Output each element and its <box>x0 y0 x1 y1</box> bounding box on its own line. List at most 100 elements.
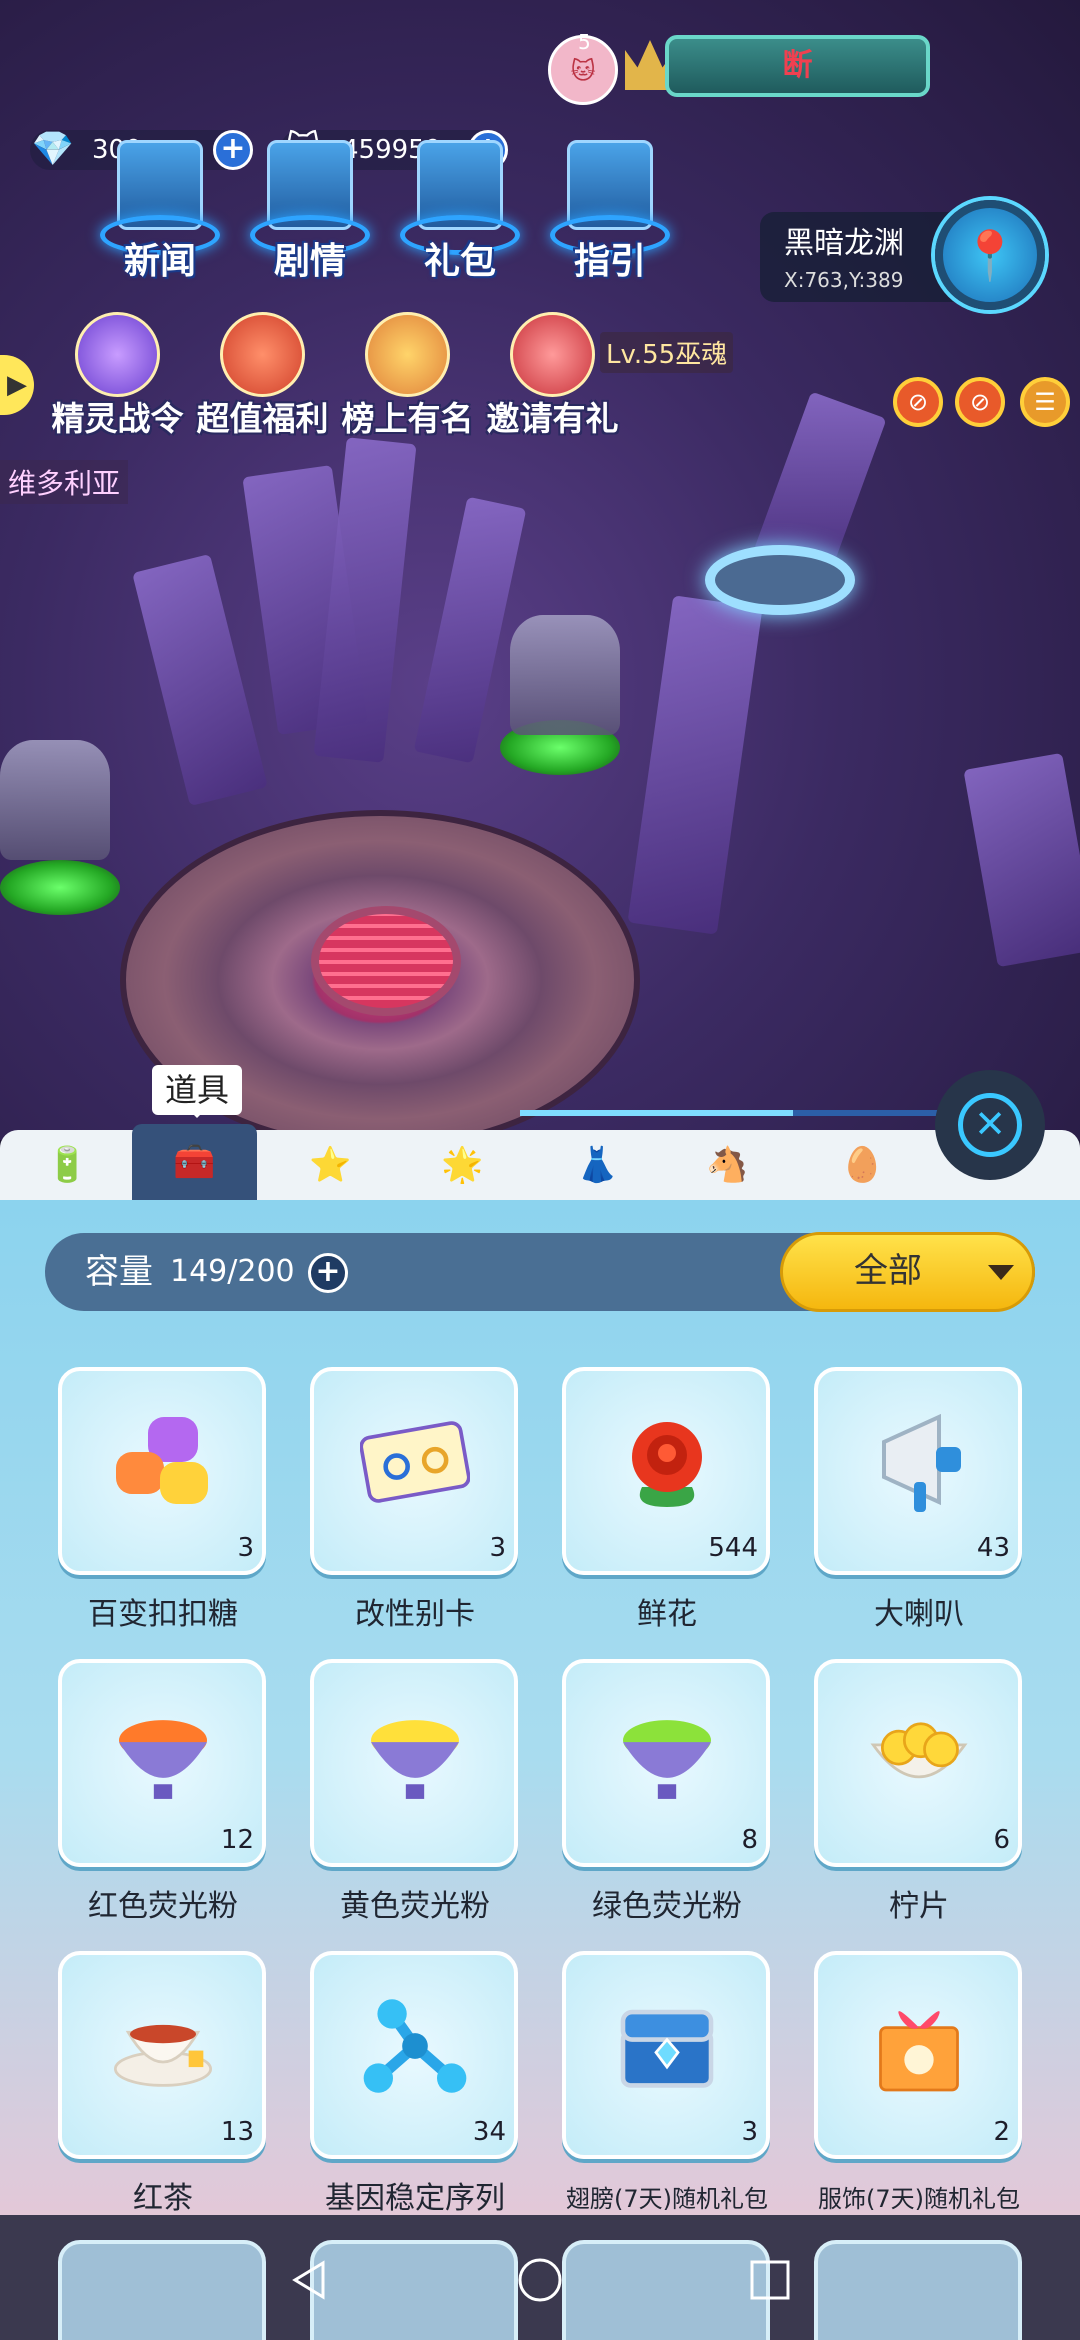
item-name: 百变扣扣糖 <box>88 1597 238 1632</box>
yellow-powder-bowl-icon <box>360 1699 470 1809</box>
leaderboard-label: 榜上有名 <box>341 399 474 438</box>
filter-label: 全部 <box>854 1251 922 1291</box>
news-button[interactable]: 新闻 <box>95 140 225 282</box>
crystal-rock <box>627 595 763 935</box>
recents-icon[interactable] <box>745 2255 795 2305</box>
map-button[interactable]: 📍 <box>935 200 1045 310</box>
event-value-bonus[interactable]: 超值福利 <box>190 312 330 442</box>
item-name: 改性别卡 <box>355 1597 475 1632</box>
inventory-item[interactable]: 8 绿色荧光粉 <box>562 1659 772 1924</box>
inventory-item[interactable]: 3 翅膀(7天)随机礼包 <box>562 1951 772 2213</box>
pass-progress-bar <box>520 1110 940 1116</box>
item-name: 红色荧光粉 <box>88 1889 238 1924</box>
mute-icon[interactable]: ⊘ <box>893 377 943 427</box>
pass-progress-fill <box>520 1110 793 1116</box>
tab-costumes[interactable]: 👗 <box>535 1130 660 1200</box>
item-name: 翅膀(7天)随机礼包 <box>566 2185 768 2213</box>
inventory-item[interactable] <box>814 2240 1022 2340</box>
inventory-panel: 容量 149/200 + 全部 3 百变扣扣糖 3 改性别卡 544 鲜花 43… <box>0 1200 1080 2216</box>
tab-items[interactable]: 🧰 <box>132 1124 257 1200</box>
inventory-item[interactable]: 544 鲜花 <box>562 1367 772 1632</box>
item-count: 3 <box>237 1533 254 1563</box>
item-name: 黄色荧光粉 <box>340 1889 490 1924</box>
inventory-item[interactable] <box>58 2240 266 2340</box>
story-label: 剧情 <box>273 241 346 282</box>
lemon-slices-icon <box>864 1699 974 1809</box>
rocking-horse-icon: 🐴 <box>706 1145 749 1185</box>
crystal-rock <box>132 553 268 807</box>
item-count: 6 <box>993 1825 1010 1855</box>
molecule-icon <box>360 1991 470 2101</box>
item-name: 绿色荧光粉 <box>592 1889 742 1924</box>
item-count: 12 <box>220 1825 254 1855</box>
item-count: 34 <box>472 2117 506 2147</box>
item-name: 柠片 <box>889 1889 949 1924</box>
dragon-statue <box>510 615 620 735</box>
filter-dropdown[interactable]: 全部 <box>780 1232 1035 1312</box>
inventory-item[interactable]: 6 柠片 <box>814 1659 1024 1924</box>
inventory-item[interactable] <box>310 2240 518 2340</box>
gift-pack-button[interactable]: 礼包 <box>395 140 525 282</box>
item-count: 2 <box>993 2117 1010 2147</box>
item-count: 3 <box>741 2117 758 2147</box>
gift-pack-label: 礼包 <box>423 241 496 282</box>
inventory-item[interactable]: 13 红茶 <box>58 1951 268 2216</box>
magic-wand-icon: ⭐ <box>309 1145 352 1185</box>
item-name: 基因稳定序列 <box>325 2181 505 2216</box>
guide-button[interactable]: 指引 <box>545 140 675 282</box>
home-icon[interactable] <box>515 2255 565 2305</box>
tea-cup-icon <box>108 1991 218 2101</box>
tab-energy[interactable]: 🔋 <box>5 1130 130 1200</box>
chevron-down-icon <box>988 1265 1014 1280</box>
battery-icon: 🔋 <box>46 1145 89 1185</box>
item-count: 8 <box>741 1825 758 1855</box>
event-battle-pass[interactable]: 精灵战令 <box>45 312 185 442</box>
inventory-item[interactable]: 2 服饰(7天)随机礼包 <box>814 1951 1024 2213</box>
npc-name-label: 维多利亚 <box>0 460 129 504</box>
event-leaderboard[interactable]: 榜上有名 <box>335 312 475 442</box>
item-name: 服饰(7天)随机礼包 <box>818 2185 1020 2213</box>
value-bonus-label: 超值福利 <box>196 399 329 438</box>
story-button[interactable]: 剧情 <box>245 140 375 282</box>
glowing-pedestal <box>0 860 120 915</box>
rose-icon <box>612 1407 722 1517</box>
battle-pass-icon <box>75 312 160 397</box>
system-navigation-bar <box>0 2215 1080 2340</box>
diamond-icon: 💎 <box>31 129 75 169</box>
red-powder-bowl-icon <box>108 1699 218 1809</box>
inventory-item[interactable]: 34 基因稳定序列 <box>310 1951 520 2216</box>
item-count: 43 <box>976 1533 1010 1563</box>
invite-label: 邀请有礼 <box>486 399 619 438</box>
inventory-item[interactable]: 3 改性别卡 <box>310 1367 520 1632</box>
close-icon: ✕ <box>958 1093 1022 1157</box>
item-box-icon: 🧰 <box>173 1142 216 1182</box>
item-name: 鲜花 <box>637 1597 697 1632</box>
event-invite[interactable]: 邀请有礼 <box>480 312 620 442</box>
inventory-item[interactable]: 12 红色荧光粉 <box>58 1659 268 1924</box>
bag-tab-bar: 🔋 🧰 ⭐ 🌟 👗 🐴 🥚 <box>0 1124 1080 1200</box>
inventory-item[interactable]: 43 大喇叭 <box>814 1367 1024 1632</box>
star-frame-icon: 🌟 <box>441 1145 484 1185</box>
inventory-item[interactable]: 3 百变扣扣糖 <box>58 1367 268 1632</box>
capacity-label: 容量 <box>85 1252 153 1292</box>
capacity-value: 149/200 <box>170 1254 295 1289</box>
megaphone-icon <box>864 1407 974 1517</box>
expand-capacity-button[interactable]: + <box>308 1253 348 1293</box>
menu-list-icon[interactable]: ☰ <box>1020 377 1070 427</box>
guide-label: 指引 <box>573 241 646 282</box>
tab-magic[interactable]: ⭐ <box>268 1130 393 1200</box>
inventory-item[interactable]: 黄色荧光粉 <box>310 1659 520 1924</box>
npc-level-label: Lv.55巫魂 <box>600 332 734 373</box>
block-icon[interactable]: ⊘ <box>955 377 1005 427</box>
game-scene[interactable]: 🐱 5 断 💎 300 + 🐱 459959 + 新闻 剧情 礼包 指引 黑暗龙… <box>0 0 1080 1140</box>
inventory-item[interactable] <box>562 2240 770 2340</box>
teleport-pad[interactable] <box>705 545 855 615</box>
trophy-icon <box>365 312 450 397</box>
close-bag-button[interactable]: ✕ <box>935 1070 1045 1180</box>
news-label: 新闻 <box>123 241 196 282</box>
tab-frames[interactable]: 🌟 <box>400 1130 525 1200</box>
expand-arrow-icon[interactable]: ▶ <box>0 355 34 415</box>
back-icon[interactable] <box>285 2255 335 2305</box>
tab-eggs[interactable]: 🥚 <box>800 1130 925 1200</box>
tab-furniture[interactable]: 🐴 <box>665 1130 790 1200</box>
